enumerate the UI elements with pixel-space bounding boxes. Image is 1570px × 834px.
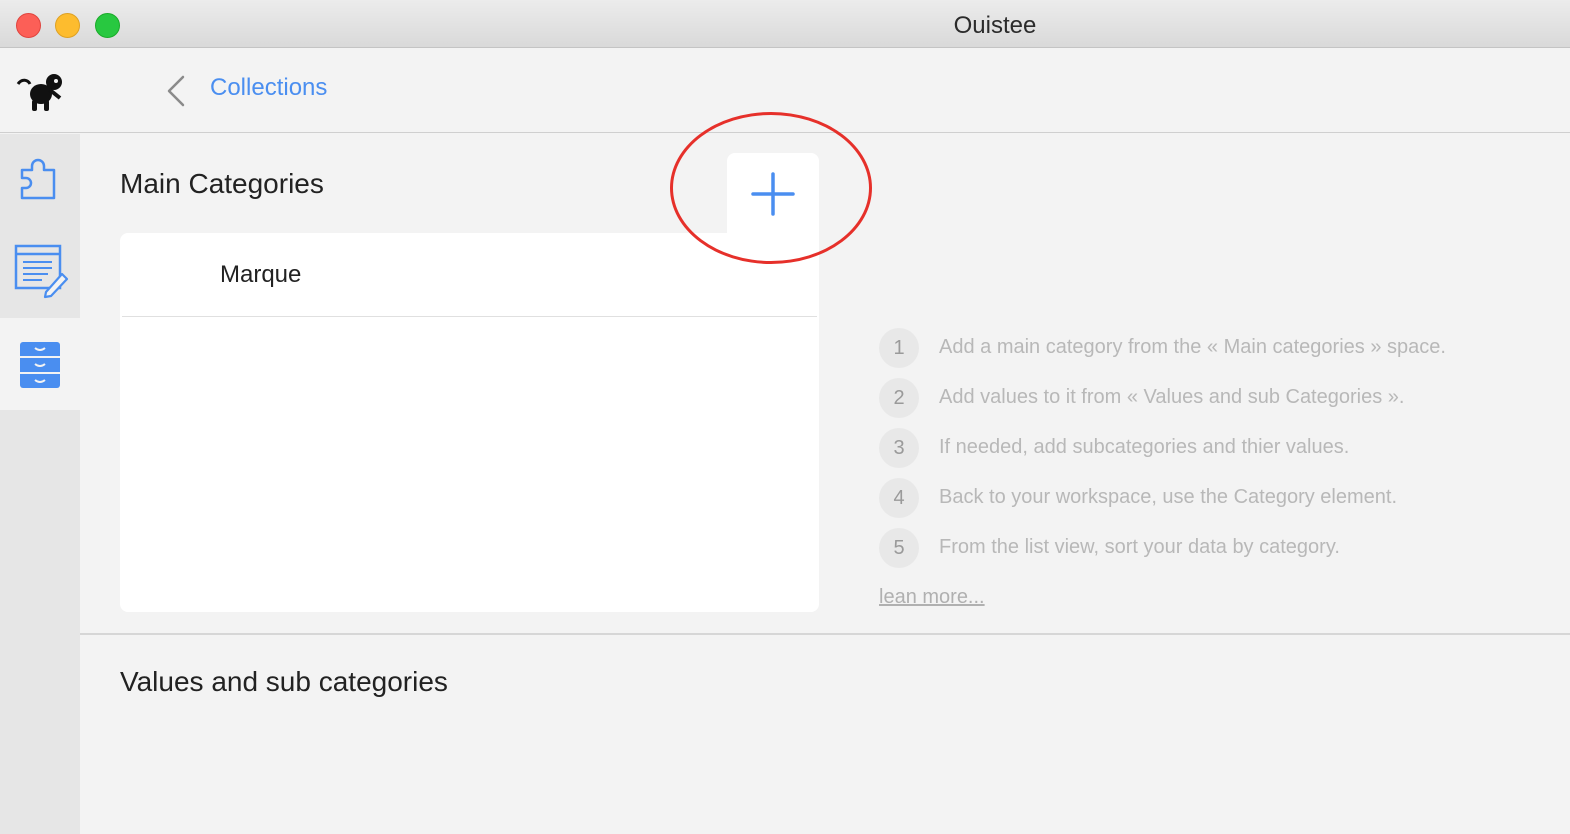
step-text: Add values to it from « Values and sub C… — [939, 386, 1405, 408]
step-number: 1 — [879, 328, 919, 368]
title-bar[interactable]: Ouistee — [0, 0, 1570, 48]
window-title: Ouistee — [953, 12, 1037, 39]
step-text: Add a main category from the « Main cate… — [939, 336, 1446, 358]
sidebar-item-forms[interactable] — [0, 226, 80, 318]
sidebar-item-categories[interactable] — [0, 318, 80, 410]
form-edit-icon — [14, 244, 69, 299]
app-window: Ouistee Collections Main Categories Marq… — [0, 0, 1570, 834]
step-number: 4 — [879, 478, 919, 518]
learn-more-link[interactable]: lean more... — [879, 586, 985, 609]
step-text: From the list view, sort your data by ca… — [939, 536, 1340, 558]
back-to-collections-link[interactable]: Collections — [210, 74, 327, 102]
step-number: 3 — [879, 428, 919, 468]
step-number: 5 — [879, 528, 919, 568]
section-divider — [80, 633, 1570, 635]
chevron-left-icon[interactable] — [163, 74, 189, 108]
category-label: Marque — [220, 261, 302, 288]
highlight-circle-annotation — [670, 112, 872, 264]
main-categories-title: Main Categories — [120, 168, 324, 199]
sidebar-item-plugins[interactable] — [0, 134, 80, 226]
step-number: 2 — [879, 378, 919, 418]
step-text: Back to your workspace, use the Category… — [939, 486, 1398, 508]
step-text: If needed, add subcategories and thier v… — [939, 436, 1350, 458]
puzzle-icon — [20, 158, 56, 200]
values-section-title: Values and sub categories — [120, 666, 448, 697]
cabinet-icon — [20, 342, 60, 388]
sidebar — [0, 134, 80, 834]
monkey-logo-icon — [16, 74, 62, 111]
